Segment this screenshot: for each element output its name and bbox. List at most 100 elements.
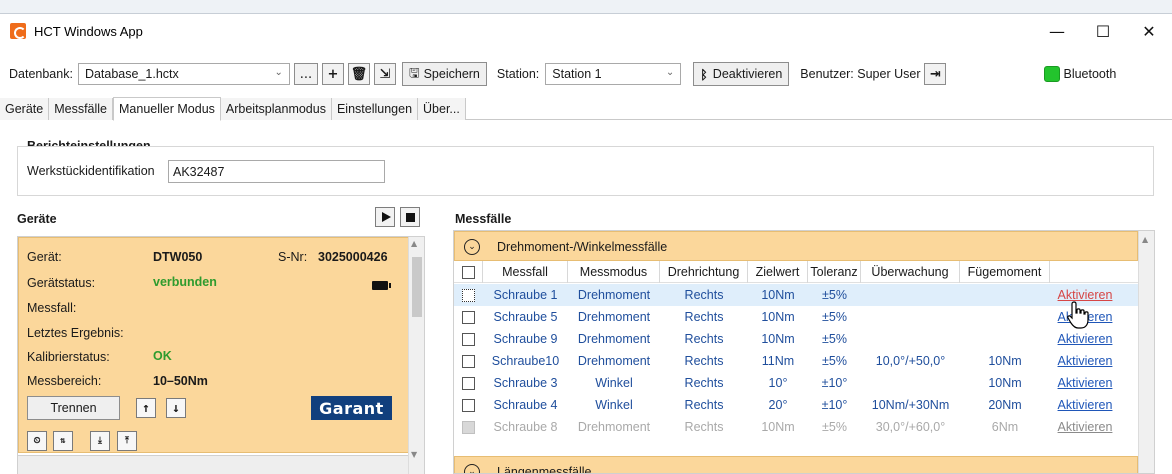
bluetooth-status-indicator: [1044, 66, 1061, 82]
activate-link[interactable]: Aktivieren: [1050, 372, 1120, 394]
activate-link-label[interactable]: Aktivieren: [1058, 398, 1113, 412]
row-checkbox[interactable]: [462, 398, 475, 412]
activate-link-label[interactable]: Aktivieren: [1058, 332, 1113, 346]
column-header[interactable]: Toleranz: [808, 261, 861, 283]
activate-link[interactable]: Aktivieren: [1050, 394, 1120, 416]
tab-einstellungen[interactable]: Einstellungen: [331, 98, 419, 120]
column-header[interactable]: Überwachung: [861, 261, 960, 283]
length-group-header[interactable]: ⌄ Längenmessfälle: [454, 456, 1138, 473]
cell-messmodus: Winkel: [595, 376, 633, 390]
workpiece-input[interactable]: AK32487: [168, 160, 385, 183]
disconnect-button[interactable]: Trennen: [27, 396, 120, 420]
status-label: Gerätstatus:: [27, 276, 96, 290]
sort-zero-button[interactable]: ⇅: [53, 431, 73, 451]
cell-messfall: Schraube 8: [493, 420, 558, 434]
device-value: DTW050: [153, 250, 203, 264]
row-checkbox-cell: [454, 306, 483, 328]
column-header[interactable]: Fügemoment: [960, 261, 1050, 283]
logout-button[interactable]: ⇥: [924, 63, 947, 85]
cell-drehrichtung: Rechts: [684, 288, 724, 302]
station-value: Station 1: [552, 67, 602, 81]
row-checkbox[interactable]: [462, 288, 475, 302]
download-button[interactable]: ⤓: [90, 431, 110, 451]
clock-zero-button[interactable]: ⏲: [27, 431, 47, 451]
cell-messfall: Schraube 3: [493, 376, 558, 390]
move-down-button[interactable]: ↓: [166, 398, 186, 418]
cell-zielwert: 10Nm: [761, 288, 795, 302]
column-header[interactable]: Messfall: [483, 261, 568, 283]
range-value: 10–50Nm: [153, 374, 208, 388]
group-title: Drehmoment-/Winkelmessfälle: [497, 240, 668, 254]
tab-ueber[interactable]: Über...: [418, 98, 466, 120]
stop-button[interactable]: [400, 207, 420, 227]
devices-scrollbar[interactable]: ▲ ▼: [408, 237, 424, 474]
tab-geraete[interactable]: Geräte: [0, 98, 50, 120]
play-button[interactable]: [375, 207, 395, 227]
station-select[interactable]: Station 1 ⌄: [545, 63, 682, 85]
activate-link-label[interactable]: Aktivieren: [1058, 354, 1113, 368]
tab-manueller-modus[interactable]: Manueller Modus: [113, 97, 221, 121]
maximize-button[interactable]: ☐: [1080, 15, 1126, 47]
column-header[interactable]: Messmodus: [568, 261, 660, 283]
cell-drehrichtung: Rechts: [684, 332, 724, 346]
row-checkbox[interactable]: [462, 354, 475, 368]
row-checkbox-cell: [454, 394, 483, 416]
select-all-checkbox[interactable]: [461, 265, 475, 279]
cell-messmodus: Drehmoment: [577, 332, 651, 346]
cell-ueberwachung: 30,0°/+60,0°: [875, 420, 946, 434]
cell-messmodus: Winkel: [595, 398, 633, 412]
table-row[interactable]: Schraube 4 Winkel Rechts 20° ±10° 10Nm/+…: [454, 394, 1138, 416]
delete-button[interactable]: 🗑: [347, 63, 370, 85]
cell-zielwert: 20°: [768, 398, 788, 412]
activate-link-label[interactable]: Aktivieren: [1058, 420, 1113, 434]
cell-ueberwachung: 10Nm/+30Nm: [871, 398, 950, 412]
download-icon: ⤓: [98, 436, 102, 446]
deactivate-button[interactable]: ᛒ Deaktivieren: [693, 62, 790, 86]
cell-fuegemoment: 6Nm: [991, 420, 1019, 434]
activate-link[interactable]: Aktivieren: [1050, 350, 1120, 372]
tab-arbeitsplanmodus[interactable]: Arbeitsplanmodus: [220, 98, 332, 120]
torque-angle-group-header[interactable]: ⌄ Drehmoment-/Winkelmessfälle: [454, 231, 1138, 261]
activate-link[interactable]: Aktivieren: [1050, 328, 1120, 350]
cell-ueberwachung: [861, 284, 960, 306]
logout-icon: ⇥: [930, 66, 941, 82]
table-row[interactable]: Schraube 9 Drehmoment Rechts 10Nm ±5% Ak…: [454, 328, 1138, 350]
import-button[interactable]: ⇲: [373, 63, 396, 85]
table-row[interactable]: Schraube 3 Winkel Rechts 10° ±10° 10Nm A…: [454, 372, 1138, 394]
user-label: Benutzer: Super User: [800, 67, 921, 81]
row-checkbox-cell: [454, 372, 483, 394]
table-row[interactable]: Schraube 1 Drehmoment Rechts 10Nm ±5% Ak…: [454, 284, 1138, 306]
collapse-icon[interactable]: ⌄: [464, 464, 480, 473]
close-button[interactable]: ✕: [1126, 15, 1172, 47]
top-strip: [0, 0, 1172, 14]
cell-messfall: Schraube 5: [493, 310, 558, 324]
move-up-button[interactable]: ↑: [136, 398, 156, 418]
battery-icon: [372, 281, 391, 290]
arrow-down-icon: ↓: [172, 400, 180, 416]
minimize-button[interactable]: —: [1034, 15, 1080, 47]
table-row[interactable]: Schraube10 Drehmoment Rechts 11Nm ±5% 10…: [454, 350, 1138, 372]
activate-link[interactable]: Aktivieren: [1050, 416, 1120, 438]
column-header[interactable]: Zielwert: [748, 261, 808, 283]
upload-button[interactable]: ⤒: [117, 431, 137, 451]
row-checkbox[interactable]: [462, 376, 475, 390]
database-label: Datenbank:: [9, 67, 73, 81]
device-card-next: [18, 455, 409, 474]
database-select[interactable]: Database_1.hctx ⌄: [77, 63, 290, 85]
row-checkbox[interactable]: [462, 310, 475, 324]
row-checkbox[interactable]: [462, 332, 475, 346]
table-row[interactable]: Schraube 5 Drehmoment Rechts 10Nm ±5% Ak…: [454, 306, 1138, 328]
add-button[interactable]: +: [321, 63, 344, 85]
activate-link-label[interactable]: Aktivieren: [1058, 376, 1113, 390]
browse-button[interactable]: ...: [293, 63, 318, 85]
cell-zielwert: 10Nm: [761, 332, 795, 346]
collapse-icon[interactable]: ⌄: [464, 239, 480, 255]
scroll-thumb[interactable]: [412, 257, 422, 317]
table-row-disabled: Schraube 8 Drehmoment Rechts 10Nm ±5% 30…: [454, 416, 1138, 438]
measure-cases-panel: ⌄ Drehmoment-/Winkelmessfälle Messfall M…: [453, 230, 1155, 474]
save-button[interactable]: 🖫 Speichern: [401, 62, 487, 86]
column-header[interactable]: Drehrichtung: [660, 261, 748, 283]
tab-messfaelle[interactable]: Messfälle: [49, 98, 114, 120]
measure-cases-scrollbar[interactable]: ▲: [1138, 231, 1154, 473]
calibration-value: OK: [153, 349, 172, 363]
